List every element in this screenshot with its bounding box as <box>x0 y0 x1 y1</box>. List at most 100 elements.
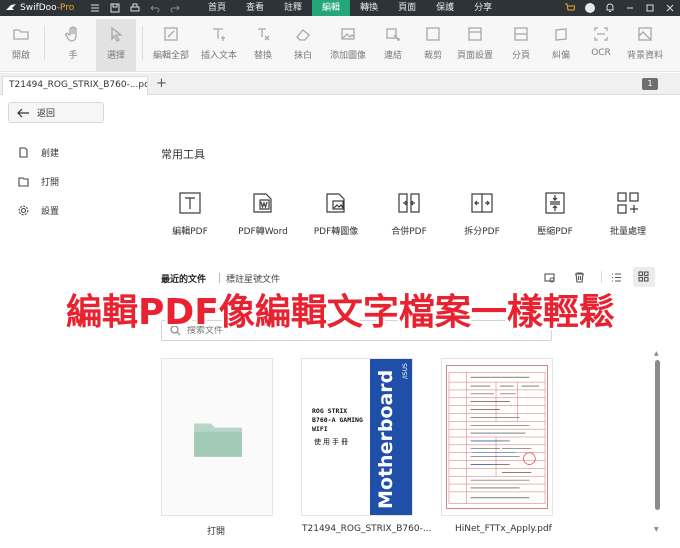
menu-home[interactable]: 首頁 <box>198 0 236 16</box>
menu-protect[interactable]: 保護 <box>426 0 464 16</box>
delete-button[interactable] <box>572 270 586 284</box>
pdf-to-word-icon <box>253 193 272 213</box>
quick-tool-compress-pdf[interactable]: 壓縮PDF <box>520 190 590 237</box>
minimize-button[interactable] <box>620 0 640 16</box>
list-view-button[interactable] <box>609 270 623 284</box>
sidebar-item-settings[interactable]: 設置 <box>18 204 59 217</box>
quick-tool-edit-pdf[interactable]: 編輯PDF <box>155 190 225 237</box>
ribbon-toolbar: 開啟 手 選擇 編輯全部 插入文本 替換 抹白 添加圖像 連結 裁剪 頁面設置 <box>0 16 680 72</box>
back-button-label: 返回 <box>37 109 56 119</box>
maximize-button[interactable] <box>640 0 660 16</box>
edit-all-tool[interactable]: 編輯全部 <box>150 19 192 71</box>
document-tab-bar: T21494_ROG_STRIX_B760-...pdf(/ + 1 <box>0 73 680 95</box>
file-card-motherboard[interactable]: ROG STRIX B760-A GAMING WIFI 使用手冊 Mother… <box>301 358 413 516</box>
menu-icon[interactable] <box>90 3 100 13</box>
overlay-caption: 編輯PDF像編輯文字檔案一樣輕鬆 <box>66 292 615 333</box>
scroll-down-arrow[interactable]: ▼ <box>654 526 659 533</box>
document-tab[interactable]: T21494_ROG_STRIX_B760-...pdf(/ <box>2 76 148 95</box>
quick-tool-label: PDF轉圖像 <box>313 227 359 237</box>
insert-text-label: 插入文本 <box>200 51 237 61</box>
background-tool[interactable]: 背景資料 <box>622 19 668 71</box>
clean-recent-button[interactable] <box>542 270 556 284</box>
insert-text-tool[interactable]: 插入文本 <box>198 19 240 71</box>
quick-tool-merge-pdf[interactable]: 合併PDF <box>374 190 444 237</box>
split-page-tool[interactable]: 分頁 <box>506 19 536 71</box>
grid-view-button[interactable] <box>633 267 655 287</box>
split-page-label: 分頁 <box>511 51 530 61</box>
menu-annotate[interactable]: 註釋 <box>274 0 312 16</box>
scroll-up-arrow[interactable]: ▲ <box>654 350 659 357</box>
ocr-label: OCR <box>591 48 611 58</box>
cover-subtitle: 使用手冊 <box>314 438 350 446</box>
app-logo: SwifDoo -Pro <box>0 3 86 13</box>
sidebar-item-open-label: 打開 <box>41 178 60 188</box>
menu-share[interactable]: 分享 <box>464 0 502 16</box>
crop-tool[interactable]: 裁剪 <box>418 19 448 71</box>
sidebar-item-open[interactable]: 打開 <box>18 175 59 188</box>
eraser-icon <box>296 29 310 41</box>
ocr-tool[interactable]: OCR <box>586 19 616 71</box>
save-icon[interactable] <box>110 3 120 13</box>
hand-tool[interactable]: 手 <box>56 19 90 71</box>
minimize-icon <box>627 7 633 9</box>
notification-button[interactable] <box>600 0 620 16</box>
app-name: SwifDoo <box>20 3 57 13</box>
file-card-hinet[interactable] <box>441 358 553 516</box>
quick-tool-split-pdf[interactable]: 拆分PDF <box>447 190 517 237</box>
split-icon <box>471 193 493 213</box>
back-button[interactable]: 返回 <box>8 102 104 123</box>
erase-tool[interactable]: 抹白 <box>288 19 318 71</box>
page-setup-tool[interactable]: 頁面設置 <box>452 19 498 71</box>
replace-tool[interactable]: 替換 <box>248 19 278 71</box>
file-label: T21494_ROG_STRIX_B760-... <box>302 524 432 534</box>
ocr-icon <box>594 27 608 41</box>
open-file-card[interactable] <box>161 358 273 516</box>
quick-tool-pdf-to-word[interactable]: PDF轉Word <box>228 190 298 237</box>
menu-view[interactable]: 查看 <box>236 0 274 16</box>
avatar-icon <box>585 3 595 13</box>
deskew-icon <box>555 28 567 41</box>
deskew-label: 糾偏 <box>551 51 570 61</box>
quick-tool-batch[interactable]: 批量處理 <box>593 190 663 237</box>
link-tool[interactable]: 連結 <box>378 19 408 71</box>
trash-icon <box>574 271 584 283</box>
cover-blue-band: Motherboard <box>370 359 412 515</box>
quick-tool-pdf-to-image[interactable]: PDF轉圖像 <box>301 190 371 237</box>
menu-page[interactable]: 頁面 <box>388 0 426 16</box>
sidebar-item-create-label: 創建 <box>41 149 60 159</box>
compress-icon <box>545 192 565 214</box>
form-thumbnail <box>446 365 548 509</box>
link-icon <box>386 28 400 41</box>
cursor-icon <box>111 26 123 42</box>
menu-convert[interactable]: 轉換 <box>350 0 388 16</box>
quick-tool-label: 合併PDF <box>391 227 427 237</box>
add-tab-button[interactable]: + <box>156 76 167 91</box>
open-tool-label: 開啟 <box>11 51 30 61</box>
redo-icon[interactable] <box>170 3 180 13</box>
sidebar-item-settings-label: 設置 <box>41 207 60 217</box>
arrow-left-icon <box>17 108 29 117</box>
common-tools-title: 常用工具 <box>161 148 205 161</box>
replace-label: 替換 <box>253 51 272 61</box>
broom-icon <box>543 272 555 283</box>
scrollbar-thumb[interactable] <box>655 360 660 510</box>
select-tool[interactable]: 選擇 <box>96 19 136 71</box>
open-tool[interactable]: 開啟 <box>4 19 38 71</box>
deskew-tool[interactable]: 糾偏 <box>546 19 576 71</box>
menu-bar: 首頁 查看 註釋 編輯 轉換 頁面 保護 分享 <box>198 0 502 16</box>
add-image-tool[interactable]: 添加圖像 <box>326 19 370 71</box>
text-edit-icon <box>179 192 201 214</box>
print-icon[interactable] <box>130 3 140 13</box>
sidebar-item-create[interactable]: 創建 <box>18 146 59 159</box>
undo-icon[interactable] <box>150 3 160 13</box>
close-button[interactable] <box>660 0 680 16</box>
menu-edit[interactable]: 編輯 <box>312 0 351 16</box>
split-page-icon <box>514 27 528 41</box>
crop-label: 裁剪 <box>423 51 442 61</box>
cart-button[interactable] <box>560 0 580 16</box>
swifdoo-bird-icon <box>6 4 16 10</box>
account-button[interactable] <box>580 0 600 16</box>
batch-icon <box>617 192 639 214</box>
close-icon <box>666 4 674 12</box>
app-edition: -Pro <box>56 3 75 13</box>
